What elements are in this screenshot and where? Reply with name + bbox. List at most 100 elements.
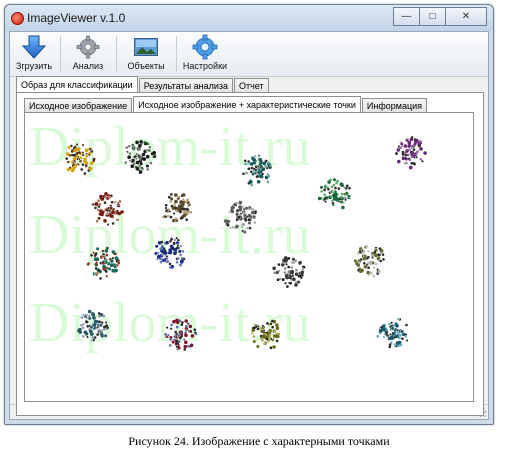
feature-point: [395, 152, 398, 155]
feature-point: [330, 195, 333, 198]
feature-point: [93, 336, 97, 339]
feature-point: [117, 259, 120, 262]
feature-point: [400, 329, 405, 334]
feature-point: [88, 147, 92, 151]
feature-point: [247, 220, 252, 226]
feature-point: [247, 167, 251, 170]
feature-point: [103, 256, 107, 260]
feature-point: [182, 213, 187, 218]
feature-point: [339, 199, 344, 204]
feature-point: [255, 344, 260, 349]
feature-point: [174, 335, 178, 339]
feature-point: [275, 326, 280, 331]
feature-point: [80, 316, 84, 319]
settings-button[interactable]: Настройки: [180, 34, 230, 74]
feature-point: [90, 254, 93, 257]
feature-point: [95, 219, 99, 223]
feature-point: [102, 314, 106, 318]
tab-report[interactable]: Отчет: [233, 78, 269, 93]
tab-source-image-with-points[interactable]: Исходное изображение + характеристически…: [133, 96, 361, 113]
feature-point: [102, 262, 105, 265]
tab-source-image[interactable]: Исходное изображение: [24, 98, 133, 113]
feature-point: [261, 167, 266, 171]
objects-button[interactable]: Объекты: [121, 34, 171, 74]
feature-point: [244, 206, 249, 211]
feature-point: [75, 152, 79, 155]
feature-point: [86, 325, 89, 328]
feature-point: [327, 187, 330, 191]
minimize-button[interactable]: —: [393, 7, 420, 26]
feature-point: [84, 161, 89, 165]
feature-point: [334, 186, 337, 190]
maximize-button[interactable]: □: [420, 7, 446, 26]
feature-point: [134, 157, 138, 161]
feature-point: [75, 157, 80, 161]
feature-point: [253, 221, 257, 224]
gear-icon: [75, 34, 101, 60]
feature-point: [366, 261, 370, 265]
feature-point: [275, 339, 279, 343]
feature-point: [131, 145, 135, 149]
feature-point: [166, 214, 170, 218]
tab-information[interactable]: Информация: [361, 98, 428, 113]
feature-point: [362, 262, 366, 265]
feature-point: [81, 163, 85, 166]
feature-point: [284, 262, 289, 266]
feature-point: [176, 206, 181, 211]
analysis-button[interactable]: Анализ: [66, 34, 110, 74]
feature-point: [163, 249, 167, 253]
close-button[interactable]: ✕: [446, 7, 487, 26]
feature-point: [97, 269, 101, 272]
feature-point: [252, 335, 256, 338]
feature-point: [104, 320, 108, 325]
title-bar[interactable]: ImageViewer v.1.0 — □ ✕: [5, 5, 493, 31]
feature-point: [83, 172, 87, 175]
feature-point: [171, 247, 175, 250]
feature-point: [320, 190, 323, 193]
feature-point: [385, 328, 389, 332]
feature-point: [267, 174, 270, 178]
feature-point: [167, 209, 172, 213]
feature-point: [181, 321, 184, 324]
feature-point: [142, 157, 147, 161]
feature-point: [272, 266, 276, 271]
feature-point: [141, 152, 146, 157]
tab-analysis-results[interactable]: Результаты анализа: [138, 78, 233, 93]
feature-point: [405, 338, 409, 343]
feature-point: [189, 343, 194, 348]
feature-point: [407, 144, 412, 148]
feature-point: [93, 319, 98, 324]
feature-point: [275, 323, 279, 327]
feature-point: [252, 158, 257, 162]
feature-point: [172, 241, 176, 245]
feature-point: [189, 211, 192, 214]
feature-point: [283, 271, 287, 274]
feature-point: [409, 137, 414, 142]
feature-point: [81, 153, 85, 157]
feature-point: [266, 161, 270, 164]
feature-point: [85, 335, 90, 339]
feature-point: [395, 334, 399, 339]
feature-point: [106, 222, 110, 227]
feature-point: [340, 192, 344, 196]
tab-classification-image[interactable]: Образ для классификации: [16, 76, 138, 93]
feature-point: [342, 185, 346, 189]
feature-point: [250, 183, 253, 187]
feature-point: [418, 144, 421, 148]
feature-point: [87, 309, 92, 314]
feature-point: [89, 161, 94, 166]
feature-point: [170, 323, 173, 327]
feature-point: [140, 166, 144, 170]
feature-point: [415, 155, 419, 159]
feature-point: [91, 203, 95, 207]
feature-point: [100, 256, 103, 259]
feature-point: [291, 257, 296, 262]
feature-point: [324, 185, 327, 188]
feature-point: [333, 192, 338, 196]
feature-point: [244, 162, 247, 166]
feature-point: [110, 259, 114, 263]
feature-point: [146, 142, 150, 146]
feature-point: [101, 249, 105, 253]
load-button[interactable]: Згрузить: [12, 34, 56, 74]
feature-point: [127, 145, 131, 148]
